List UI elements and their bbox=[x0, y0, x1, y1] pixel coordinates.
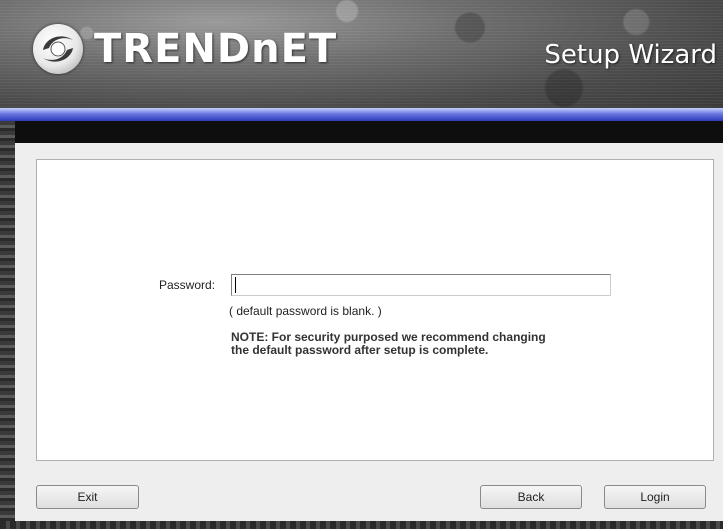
page-title: Setup Wizard bbox=[544, 40, 717, 70]
back-button[interactable]: Back bbox=[480, 485, 582, 509]
login-button[interactable]: Login bbox=[604, 485, 706, 509]
security-note: NOTE: For security purposed we recommend… bbox=[231, 330, 546, 357]
exit-button[interactable]: Exit bbox=[36, 485, 139, 509]
left-decorative-edge bbox=[0, 121, 15, 529]
text-caret bbox=[235, 277, 236, 293]
brand-logo-text: TRENDnET bbox=[94, 26, 338, 72]
footer-decorative-strip bbox=[0, 521, 723, 529]
password-label: Password: bbox=[159, 278, 216, 292]
header-banner: TRENDnET Setup Wizard bbox=[0, 0, 723, 110]
trendnet-logo-icon bbox=[33, 24, 83, 74]
accent-bar bbox=[0, 108, 723, 121]
main-panel: Password: ( default password is blank. )… bbox=[15, 143, 723, 529]
content-box: Password: ( default password is blank. )… bbox=[36, 159, 714, 461]
password-hint: ( default password is blank. ) bbox=[229, 304, 382, 318]
password-input[interactable] bbox=[231, 274, 611, 296]
